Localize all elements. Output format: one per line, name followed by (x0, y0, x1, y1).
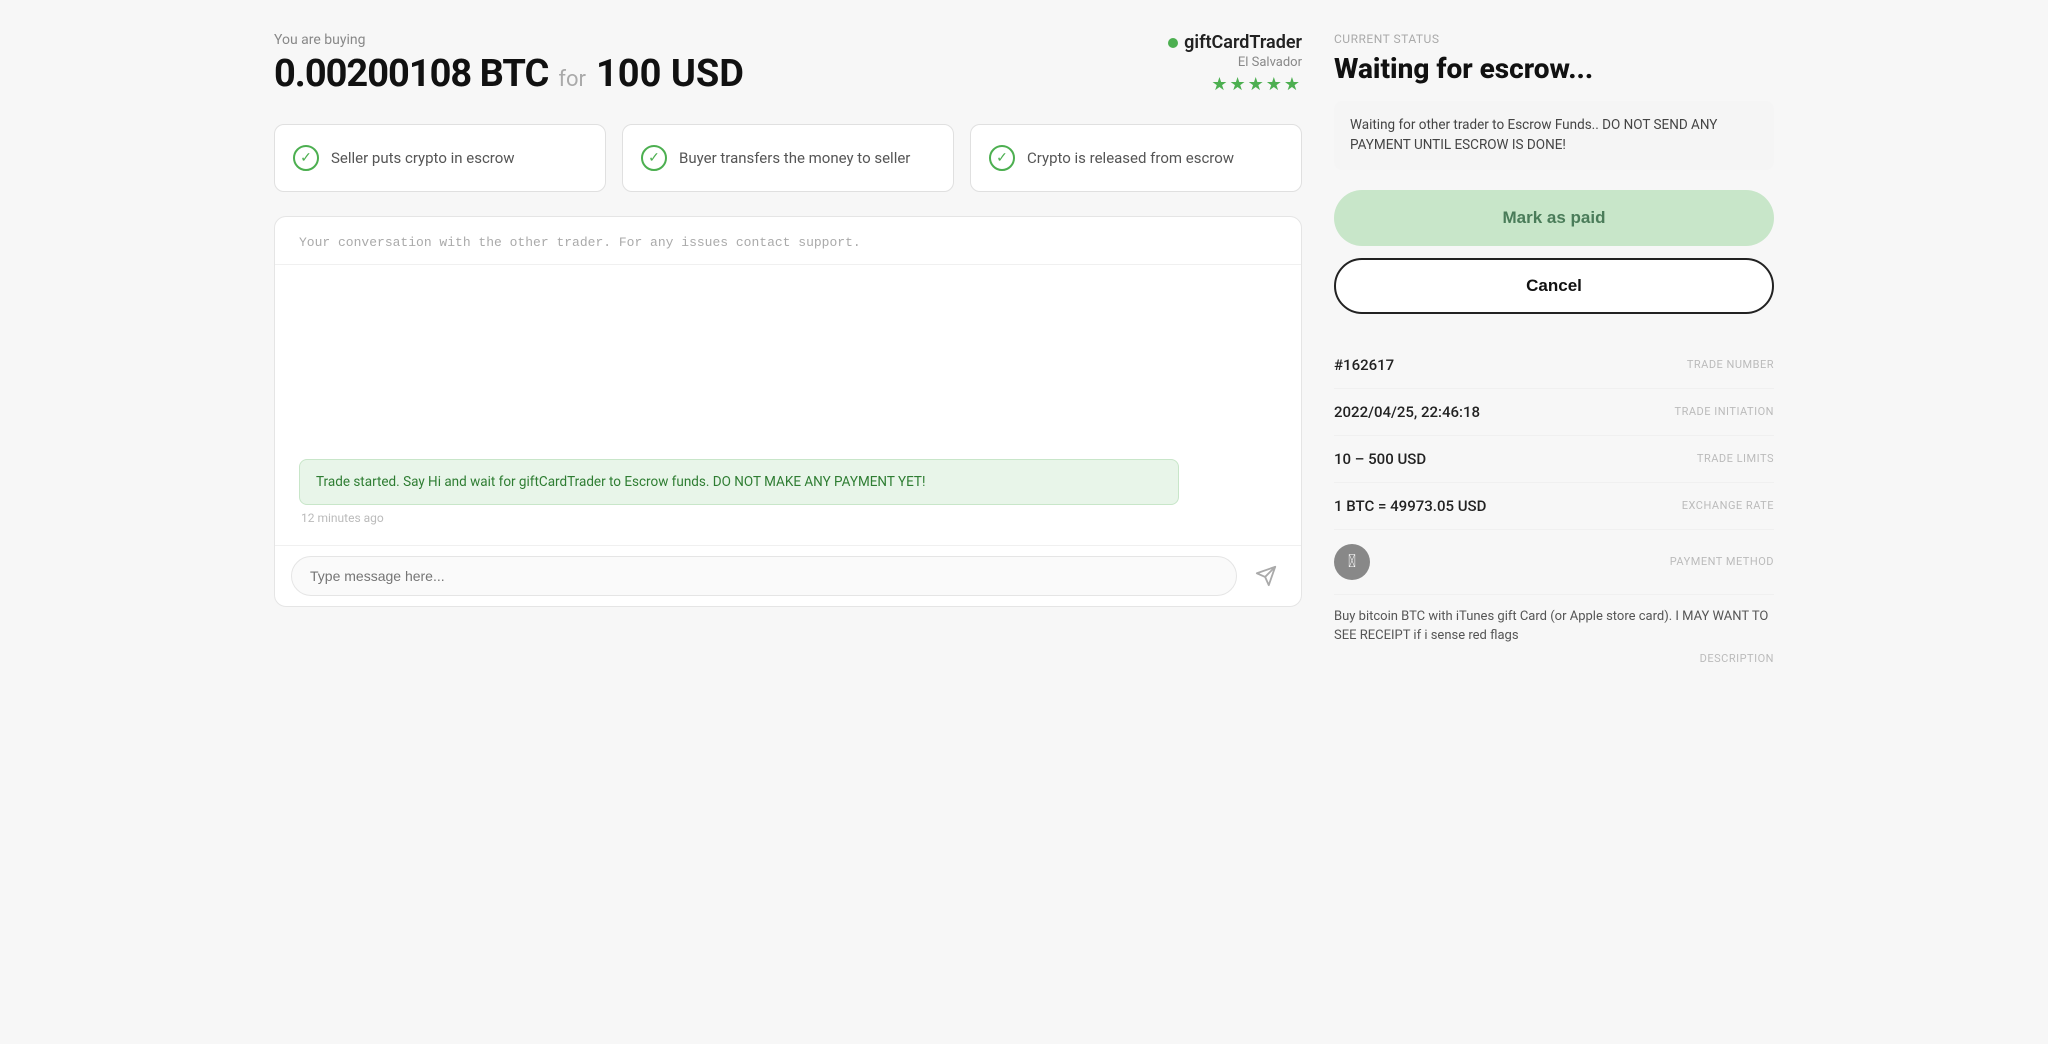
trade-summary: You are buying 0.00200108 BTC for 100 US… (274, 32, 744, 96)
trade-number-label: TRADE NUMBER (1687, 358, 1774, 371)
for-text: for (558, 67, 586, 92)
trade-initiation-label: TRADE INITIATION (1675, 405, 1775, 418)
step-2: ✓ Buyer transfers the money to seller (622, 124, 954, 192)
exchange-rate-label: EXCHANGE RATE (1682, 499, 1774, 512)
step-3: ✓ Crypto is released from escrow (970, 124, 1302, 192)
status-warning-box: Waiting for other trader to Escrow Funds… (1334, 101, 1774, 170)
current-status-label: CURRENT STATUS (1334, 32, 1774, 46)
trade-limits-row: 10 – 500 USD TRADE LIMITS (1334, 436, 1774, 483)
trade-number-value: #162617 (1334, 356, 1394, 374)
chat-input-row (275, 545, 1301, 606)
trade-amount: 0.00200108 BTC for 100 USD (274, 52, 744, 96)
step-1-label: Seller puts crypto in escrow (331, 148, 515, 169)
btc-amount: 0.00200108 BTC (274, 52, 548, 96)
trade-initiation-value: 2022/04/25, 22:46:18 (1334, 403, 1480, 421)
trade-header: You are buying 0.00200108 BTC for 100 US… (274, 32, 1302, 96)
chat-messages: Trade started. Say Hi and wait for giftC… (275, 265, 1301, 545)
usd-amount: 100 USD (596, 52, 744, 96)
trade-number-row: #162617 TRADE NUMBER (1334, 342, 1774, 389)
step-3-label: Crypto is released from escrow (1027, 148, 1234, 169)
online-indicator (1168, 38, 1178, 48)
trade-limits-label: TRADE LIMITS (1697, 452, 1774, 465)
send-icon (1255, 565, 1277, 587)
trader-info: giftCardTrader El Salvador ★★★★★ (1168, 32, 1302, 95)
send-button[interactable] (1247, 557, 1285, 595)
step-3-check: ✓ (989, 145, 1015, 171)
chat-message-bubble: Trade started. Say Hi and wait for giftC… (299, 459, 1179, 505)
you-are-buying-label: You are buying (274, 32, 744, 48)
chat-input[interactable] (291, 556, 1237, 596)
exchange-rate-row: 1 BTC = 49973.05 USD EXCHANGE RATE (1334, 483, 1774, 530)
cancel-button[interactable]: Cancel (1334, 258, 1774, 314)
chat-timestamp: 12 minutes ago (301, 511, 1277, 525)
steps-row: ✓ Seller puts crypto in escrow ✓ Buyer t… (274, 124, 1302, 192)
status-title: Waiting for escrow... (1334, 52, 1774, 85)
step-1-check: ✓ (293, 145, 319, 171)
apple-payment-icon:  (1334, 544, 1370, 580)
trader-stars: ★★★★★ (1168, 74, 1302, 95)
step-2-label: Buyer transfers the money to seller (679, 148, 910, 169)
description-text: Buy bitcoin BTC with iTunes gift Card (o… (1334, 595, 1774, 646)
payment-method-row:  PAYMENT METHOD (1334, 530, 1774, 595)
trade-initiation-row: 2022/04/25, 22:46:18 TRADE INITIATION (1334, 389, 1774, 436)
trader-name: giftCardTrader (1168, 32, 1302, 53)
step-1: ✓ Seller puts crypto in escrow (274, 124, 606, 192)
description-label: DESCRIPTION (1334, 646, 1774, 665)
chat-header-note: Your conversation with the other trader.… (275, 217, 1301, 265)
payment-method-label: PAYMENT METHOD (1670, 555, 1774, 568)
trader-location: El Salvador (1168, 55, 1302, 70)
trade-limits-value: 10 – 500 USD (1334, 450, 1426, 468)
right-column: CURRENT STATUS Waiting for escrow... Wai… (1334, 32, 1774, 665)
step-2-check: ✓ (641, 145, 667, 171)
left-column: You are buying 0.00200108 BTC for 100 US… (274, 32, 1302, 665)
exchange-rate-value: 1 BTC = 49973.05 USD (1334, 497, 1486, 515)
chat-container: Your conversation with the other trader.… (274, 216, 1302, 607)
mark-as-paid-button[interactable]: Mark as paid (1334, 190, 1774, 246)
